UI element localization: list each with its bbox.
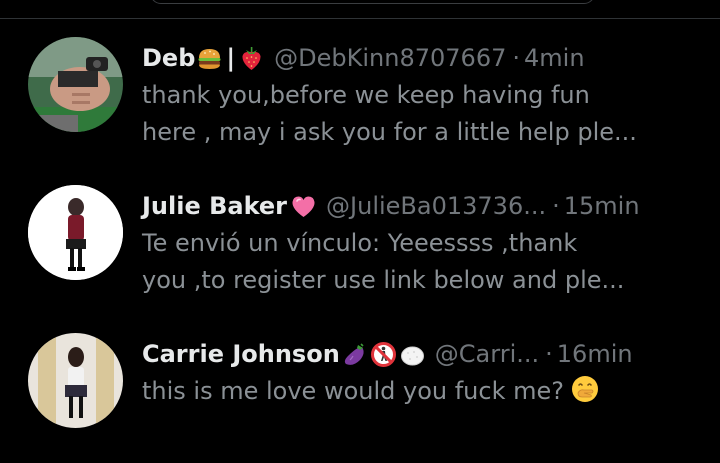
no-pedestrians-icon bbox=[370, 341, 397, 368]
separator-dot: · bbox=[512, 44, 520, 72]
display-name: Julie Baker bbox=[142, 192, 288, 220]
preview-line: thank you,before we keep having fun bbox=[142, 81, 590, 109]
preview-line: you ,to register use link below and ple.… bbox=[142, 266, 625, 294]
avatar[interactable] bbox=[28, 185, 123, 280]
user-handle: @Carri... bbox=[434, 340, 540, 368]
preview-line: here , may i ask you for a little help p… bbox=[142, 118, 637, 146]
display-name: Carrie Johnson bbox=[142, 340, 340, 368]
hamburger-icon bbox=[196, 45, 223, 72]
conversation-list: Deb | @DebKinn8707667 · 4min thank you,b… bbox=[0, 19, 720, 463]
message-preview: this is me love would you fuck me? bbox=[142, 373, 708, 410]
preview-line: this is me love would you fuck me? bbox=[142, 373, 708, 410]
user-handle: @DebKinn8707667 bbox=[274, 44, 507, 72]
preview-line: Te envió un vínculo: Yeeessss ,thank bbox=[142, 229, 578, 257]
timestamp: 4min bbox=[524, 44, 585, 72]
conversation-header: Carrie Johnson @Carri... · 16min bbox=[142, 336, 708, 372]
rice-ball-icon bbox=[399, 341, 426, 368]
name-separator: | bbox=[226, 44, 236, 72]
separator-dot: · bbox=[545, 340, 553, 368]
search-bar[interactable] bbox=[150, 0, 595, 4]
conversation-item-carrie-johnson[interactable]: Carrie Johnson @Carri... · 16min this is… bbox=[0, 315, 720, 463]
preview-text: this is me love would you fuck me? bbox=[142, 377, 564, 405]
conversation-header: Julie Baker @JulieBa013736... · 15min bbox=[142, 188, 708, 224]
conversation-header: Deb | @DebKinn8707667 · 4min bbox=[142, 40, 708, 76]
strawberry-icon bbox=[238, 45, 265, 72]
eggplant-icon bbox=[341, 341, 368, 368]
conversation-item-deb[interactable]: Deb | @DebKinn8707667 · 4min thank you,b… bbox=[0, 19, 720, 167]
avatar[interactable] bbox=[28, 333, 123, 428]
avatar[interactable] bbox=[28, 37, 123, 132]
hand-over-mouth-icon bbox=[570, 374, 600, 404]
timestamp: 15min bbox=[563, 192, 640, 220]
user-handle: @JulieBa013736... bbox=[326, 192, 547, 220]
separator-dot: · bbox=[552, 192, 560, 220]
conversation-item-julie-baker[interactable]: Julie Baker @JulieBa013736... · 15min Te… bbox=[0, 167, 720, 315]
pink-heart-icon bbox=[290, 193, 317, 220]
display-name: Deb bbox=[142, 44, 196, 72]
message-preview: Te envió un vínculo: Yeeessss ,thank you… bbox=[142, 225, 708, 299]
timestamp: 16min bbox=[556, 340, 633, 368]
message-preview: thank you,before we keep having fun here… bbox=[142, 77, 708, 151]
